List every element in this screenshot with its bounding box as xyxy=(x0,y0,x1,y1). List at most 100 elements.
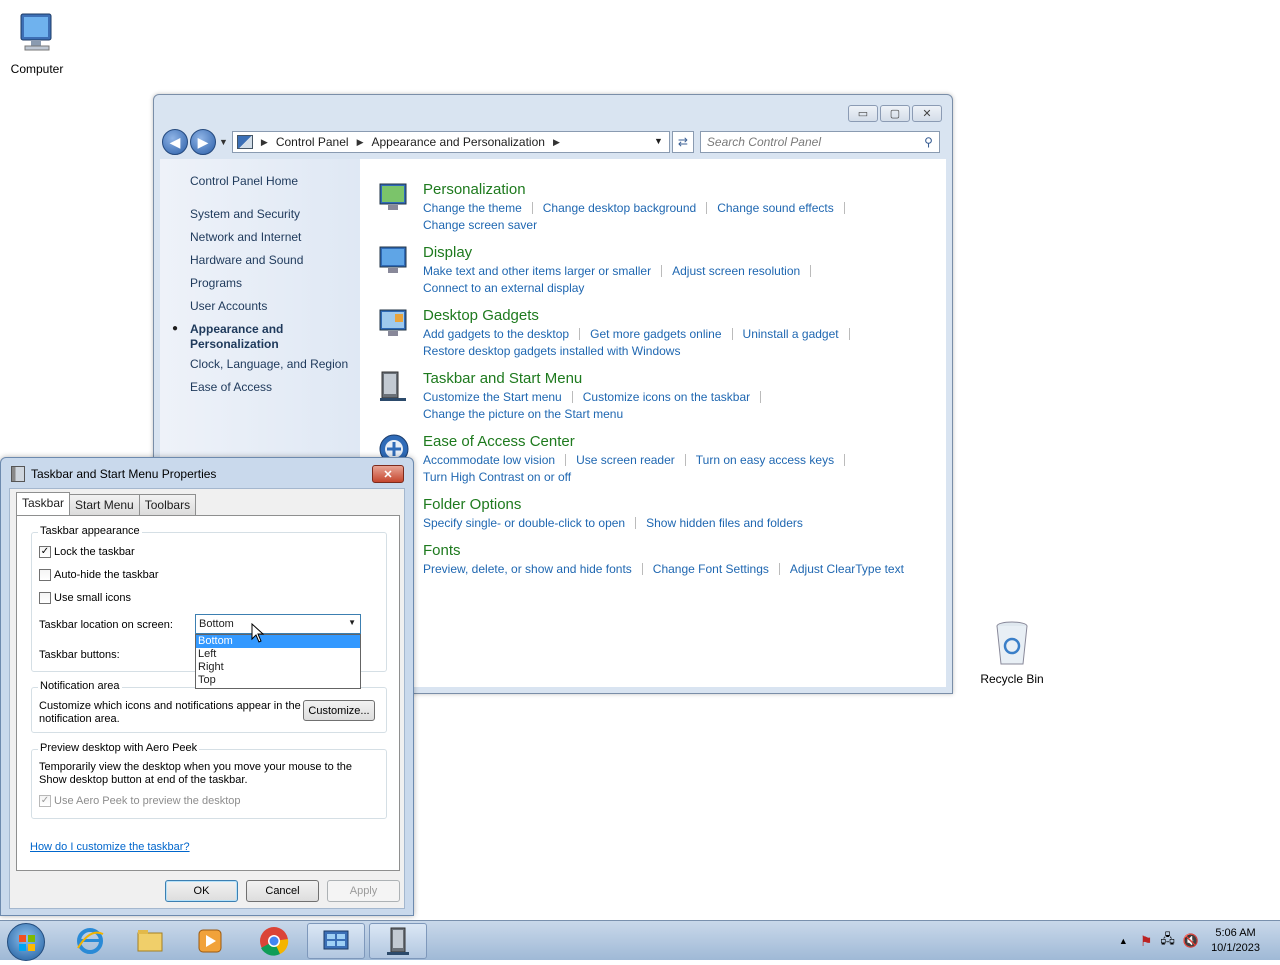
option-bottom[interactable]: Bottom xyxy=(196,635,360,648)
link-divider xyxy=(571,391,573,403)
tab-toolbars[interactable]: Toolbars xyxy=(138,494,197,515)
link-screen-reader[interactable]: Use screen reader xyxy=(576,452,675,469)
customize-button[interactable]: Customize... xyxy=(303,700,375,721)
computer-desktop-icon[interactable]: Computer xyxy=(0,10,77,76)
category-title[interactable]: Ease of Access Center xyxy=(423,433,575,450)
dialog-close-button[interactable]: ✕ xyxy=(372,465,404,483)
link-show-hidden-files[interactable]: Show hidden files and folders xyxy=(646,515,803,532)
link-adjust-resolution[interactable]: Adjust screen resolution xyxy=(672,263,800,280)
taskbar-control-panel[interactable] xyxy=(307,923,365,959)
show-hidden-icons-icon[interactable]: ▲ xyxy=(1119,936,1128,946)
checkbox-label: Use small icons xyxy=(54,592,132,604)
nav-ease-of-access[interactable]: Ease of Access xyxy=(190,380,272,394)
clock[interactable]: 5:06 AM 10/1/2023 xyxy=(1211,926,1260,956)
taskbar-chrome[interactable] xyxy=(245,923,303,959)
link-customize-taskbar-icons[interactable]: Customize icons on the taskbar xyxy=(583,389,750,406)
link-cleartype[interactable]: Adjust ClearType text xyxy=(790,561,904,578)
volume-muted-icon[interactable]: 🔇 xyxy=(1183,933,1199,949)
maximize-button[interactable]: ▢ xyxy=(880,105,910,122)
taskbar-internet-explorer[interactable] xyxy=(61,923,119,959)
tab-start-menu[interactable]: Start Menu xyxy=(69,494,140,515)
option-right[interactable]: Right xyxy=(196,661,360,674)
category-title[interactable]: Desktop Gadgets xyxy=(423,307,539,324)
recycle-bin-desktop-icon[interactable]: Recycle Bin xyxy=(972,620,1052,686)
recent-pages-dropdown[interactable]: ▼ xyxy=(219,137,228,147)
link-single-double-click[interactable]: Specify single- or double-click to open xyxy=(423,515,625,532)
link-external-display[interactable]: Connect to an external display xyxy=(423,280,584,297)
minimize-button[interactable]: ▭ xyxy=(848,105,878,122)
cancel-button[interactable]: Cancel xyxy=(246,880,319,902)
link-change-start-picture[interactable]: Change the picture on the Start menu xyxy=(423,406,623,423)
selected-value: Bottom xyxy=(199,618,234,630)
taskbar-media-player[interactable] xyxy=(181,923,239,959)
category-title[interactable]: Folder Options xyxy=(423,496,521,513)
help-link[interactable]: How do I customize the taskbar? xyxy=(30,841,190,853)
taskbar-properties-window[interactable] xyxy=(369,923,427,959)
category-title[interactable]: Personalization xyxy=(423,181,526,198)
address-bar[interactable]: ▶ Control Panel ▶ Appearance and Persona… xyxy=(231,131,670,153)
search-input[interactable]: Search Control Panel ⚲ xyxy=(699,131,940,153)
checkbox-checked-icon: ✓ xyxy=(39,546,51,558)
link-change-desktop-background[interactable]: Change desktop background xyxy=(543,200,696,217)
category-title[interactable]: Fonts xyxy=(423,542,461,559)
link-uninstall-gadget[interactable]: Uninstall a gadget xyxy=(743,326,839,343)
chevron-right-icon: ▶ xyxy=(260,136,268,147)
tab-taskbar[interactable]: Taskbar xyxy=(16,492,71,515)
breadcrumb-control-panel[interactable]: Control Panel xyxy=(276,135,349,149)
category-title[interactable]: Taskbar and Start Menu xyxy=(423,370,582,387)
option-left[interactable]: Left xyxy=(196,648,360,661)
display-icon xyxy=(378,244,410,276)
link-divider xyxy=(565,454,567,466)
ok-button[interactable]: OK xyxy=(165,880,238,902)
network-icon[interactable]: 🖧 xyxy=(1160,930,1175,952)
nav-user-accounts[interactable]: User Accounts xyxy=(190,299,267,313)
link-change-theme[interactable]: Change the theme xyxy=(423,200,522,217)
link-preview-fonts[interactable]: Preview, delete, or show and hide fonts xyxy=(423,561,632,578)
link-add-gadgets[interactable]: Add gadgets to the desktop xyxy=(423,326,569,343)
link-get-more-gadgets[interactable]: Get more gadgets online xyxy=(590,326,721,343)
auto-hide-checkbox[interactable]: Auto-hide the taskbar xyxy=(39,569,159,581)
nav-appearance-personalization-line2[interactable]: Personalization xyxy=(190,337,279,351)
category-title[interactable]: Display xyxy=(423,244,472,261)
lock-taskbar-checkbox[interactable]: ✓ Lock the taskbar xyxy=(39,546,135,558)
aero-peek-checkbox[interactable]: ✓ Use Aero Peek to preview the desktop xyxy=(39,795,241,807)
nav-network-internet[interactable]: Network and Internet xyxy=(190,230,301,244)
link-low-vision[interactable]: Accommodate low vision xyxy=(423,452,555,469)
forward-button[interactable]: ▶ xyxy=(190,129,216,155)
start-button[interactable] xyxy=(7,923,45,961)
gadgets-icon xyxy=(378,307,410,339)
link-change-sound-effects[interactable]: Change sound effects xyxy=(717,200,834,217)
link-divider xyxy=(641,563,643,575)
small-icons-checkbox[interactable]: Use small icons xyxy=(39,592,131,604)
recycle-bin-icon xyxy=(988,620,1036,668)
action-center-flag-icon[interactable]: ⚑ xyxy=(1140,933,1153,950)
nav-programs[interactable]: Programs xyxy=(190,276,242,290)
nav-clock-language-region[interactable]: Clock, Language, and Region xyxy=(190,357,348,371)
nav-hardware-sound[interactable]: Hardware and Sound xyxy=(190,253,303,267)
back-button[interactable]: ◀ xyxy=(162,129,188,155)
close-button[interactable]: ✕ xyxy=(912,105,942,122)
refresh-button[interactable]: ⇄ xyxy=(671,131,694,153)
taskbar-windows-explorer[interactable] xyxy=(121,923,179,959)
link-divider xyxy=(684,454,686,466)
current-item-bullet-icon: ● xyxy=(172,323,179,334)
taskbar-properties-icon xyxy=(11,466,25,482)
apply-button[interactable]: Apply xyxy=(327,880,400,902)
option-top[interactable]: Top xyxy=(196,674,360,687)
address-dropdown-icon[interactable]: ▼ xyxy=(654,136,663,146)
link-text-size[interactable]: Make text and other items larger or smal… xyxy=(423,263,651,280)
nav-appearance-personalization-line1[interactable]: Appearance and xyxy=(190,322,283,336)
computer-icon xyxy=(13,10,61,58)
link-high-contrast[interactable]: Turn High Contrast on or off xyxy=(423,469,571,486)
notification-text-line1: Customize which icons and notifications … xyxy=(39,700,301,712)
link-divider xyxy=(706,202,708,214)
link-font-settings[interactable]: Change Font Settings xyxy=(653,561,769,578)
breadcrumb-appearance[interactable]: Appearance and Personalization xyxy=(371,135,544,149)
link-easy-access-keys[interactable]: Turn on easy access keys xyxy=(696,452,834,469)
link-restore-gadgets[interactable]: Restore desktop gadgets installed with W… xyxy=(423,343,680,360)
link-change-screen-saver[interactable]: Change screen saver xyxy=(423,217,537,234)
taskbar-location-select[interactable]: Bottom ▼ xyxy=(195,614,361,634)
nav-system-security[interactable]: System and Security xyxy=(190,207,300,221)
link-customize-start-menu[interactable]: Customize the Start menu xyxy=(423,389,562,406)
nav-control-panel-home[interactable]: Control Panel Home xyxy=(190,174,298,188)
